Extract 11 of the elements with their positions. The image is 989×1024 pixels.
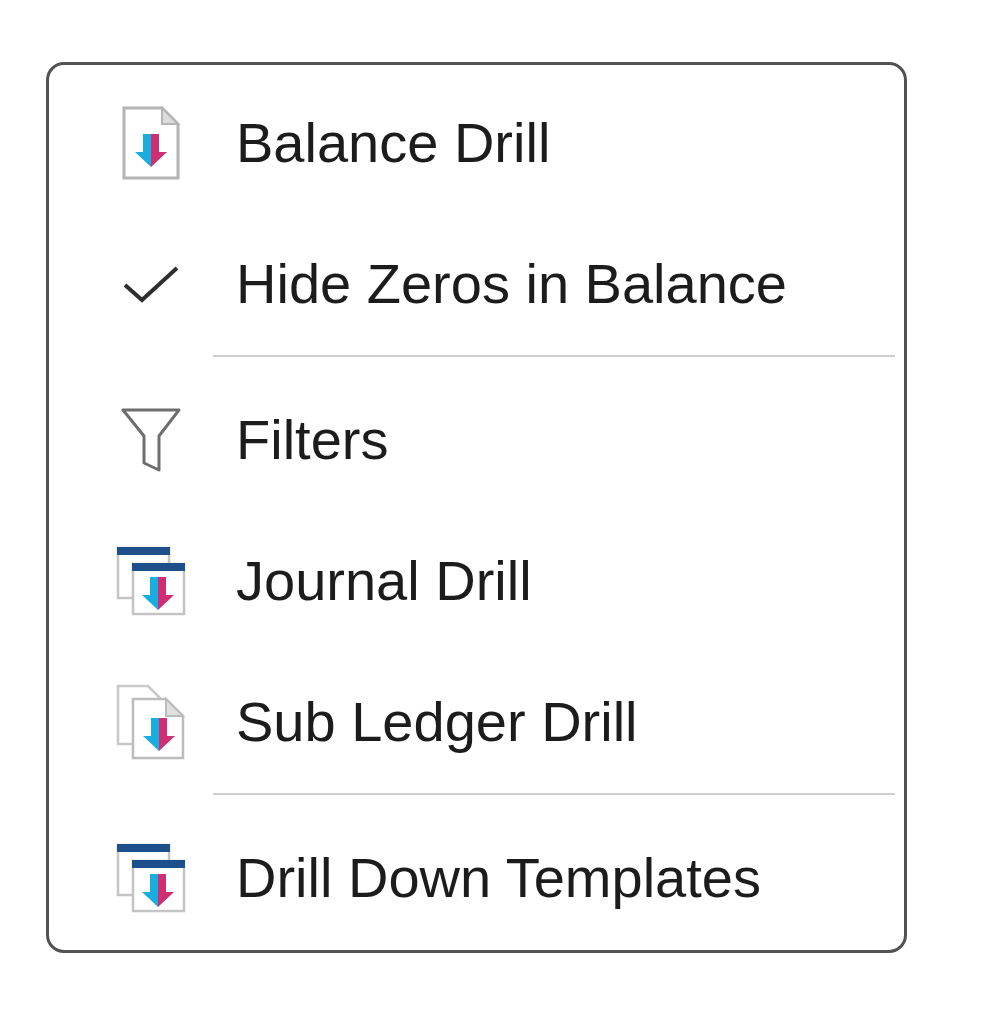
filter-icon <box>120 407 181 472</box>
document-arrow-icon <box>121 105 180 180</box>
windows-arrow-icon <box>115 545 186 616</box>
menu-item[interactable]: Journal Drill <box>49 510 904 651</box>
windows-arrow-icon <box>115 842 186 913</box>
menu-item[interactable]: Filters <box>49 369 904 510</box>
menu-item[interactable]: Drill Down Templates <box>49 807 904 948</box>
menu-item[interactable]: Balance Drill <box>49 72 904 213</box>
menu-item[interactable]: Sub Ledger Drill <box>49 651 904 792</box>
documents-arrow-icon <box>115 683 186 760</box>
menu-item[interactable]: Hide Zeros in Balance <box>49 213 904 354</box>
